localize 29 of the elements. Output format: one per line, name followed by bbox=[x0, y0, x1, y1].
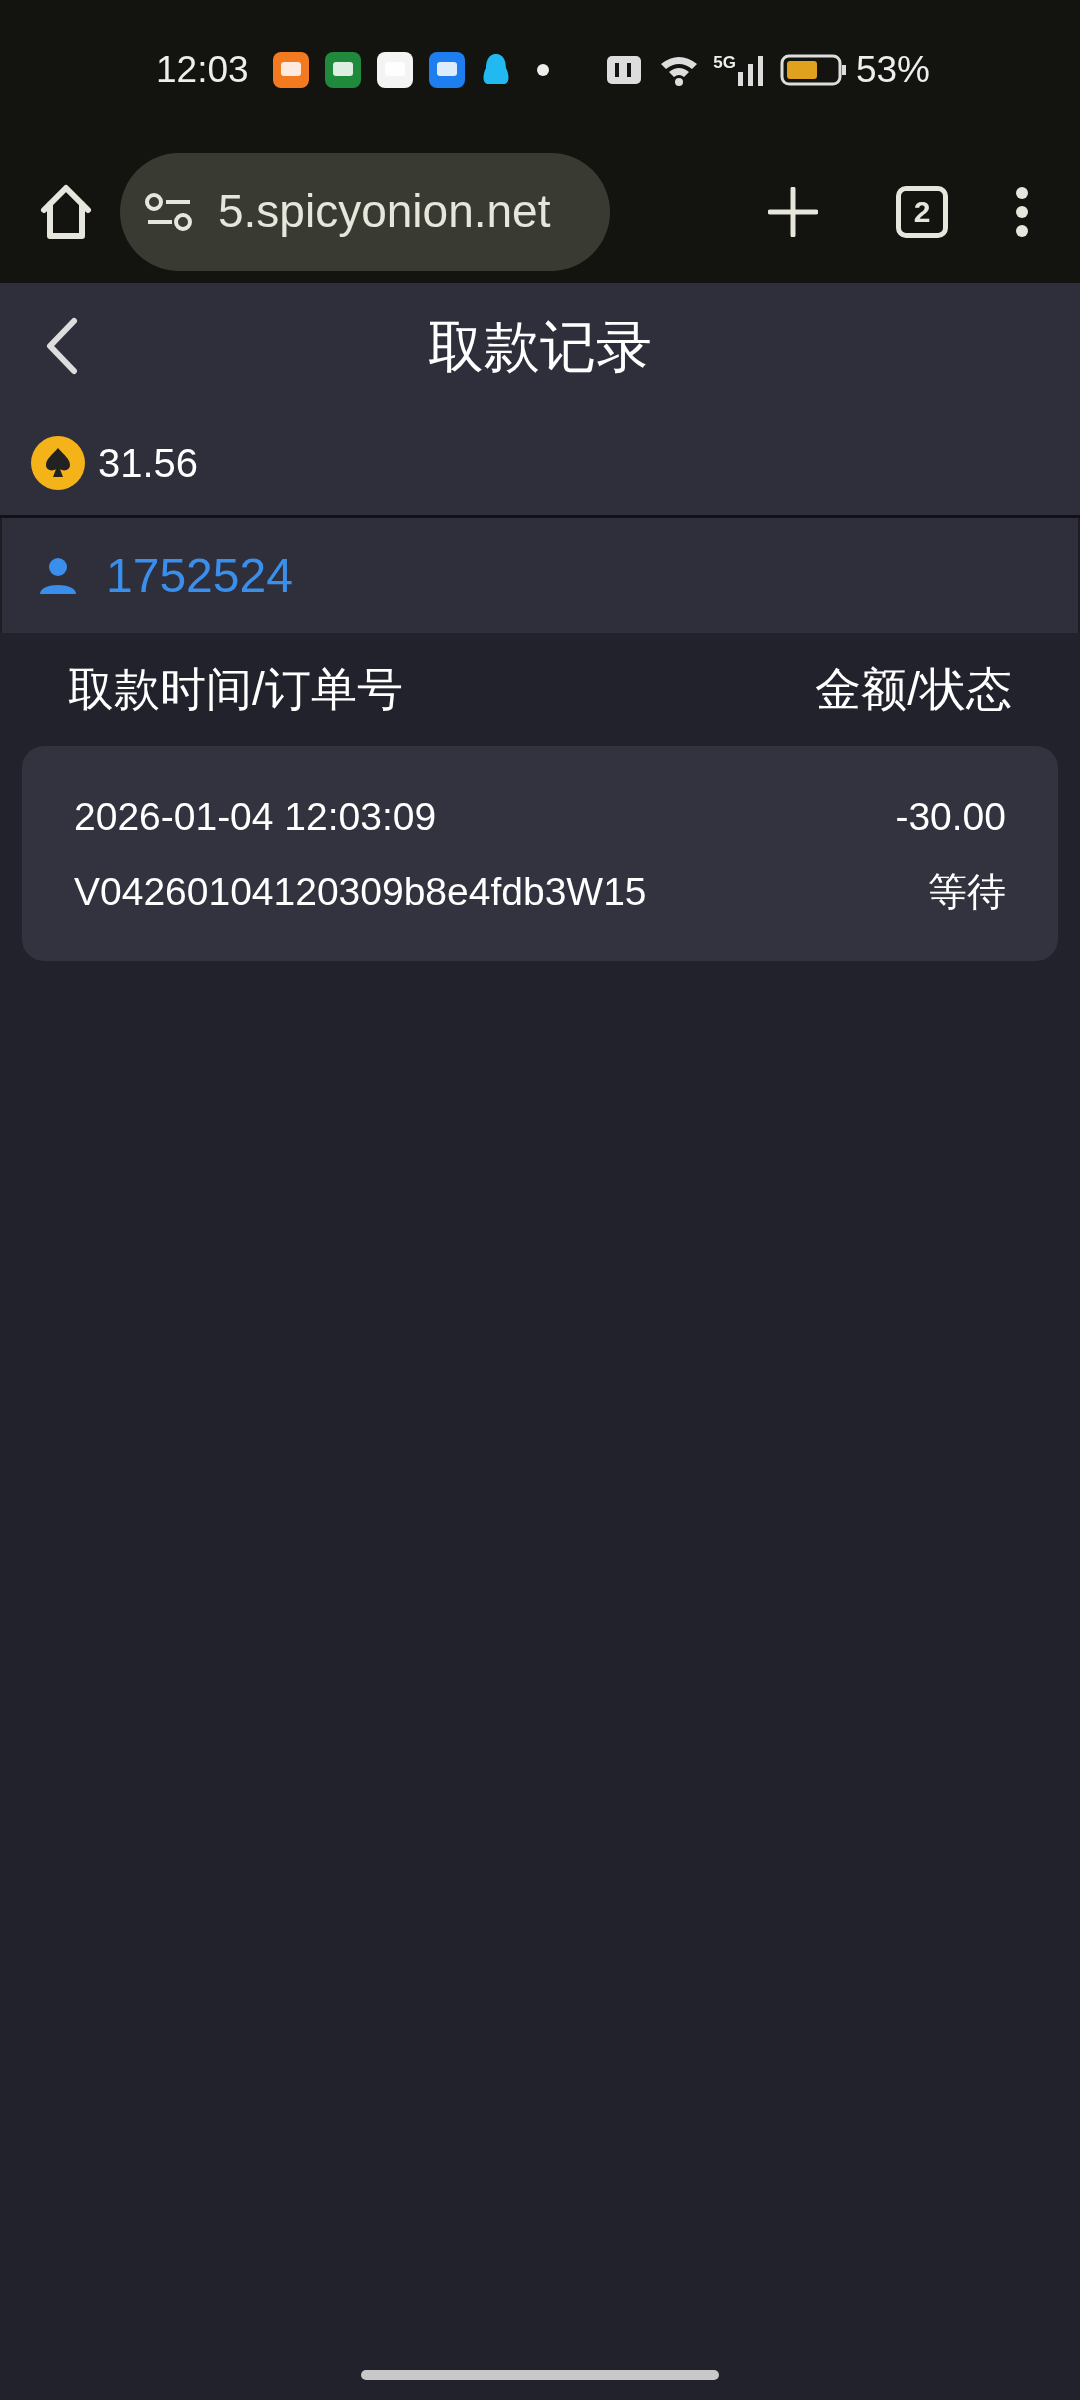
balance-amount: 31.56 bbox=[98, 439, 199, 487]
signal-icon bbox=[737, 54, 764, 86]
more-menu-icon[interactable] bbox=[1014, 185, 1030, 238]
user-id: 1752524 bbox=[106, 547, 293, 604]
battery-percent: 53% bbox=[855, 48, 930, 93]
withdrawal-amount: -30.00 bbox=[895, 794, 1006, 840]
dot-icon bbox=[536, 64, 549, 76]
app-notification-icon bbox=[376, 52, 413, 88]
column-header: 取款时间/订单号 bbox=[68, 662, 403, 717]
back-icon[interactable] bbox=[44, 317, 78, 375]
tab-count-button[interactable]: 2 bbox=[896, 185, 948, 238]
network-label: 5G bbox=[713, 54, 736, 71]
app-notification-icon bbox=[272, 52, 309, 88]
battery-icon bbox=[779, 54, 846, 86]
address-bar[interactable]: 5.spicyonion.net bbox=[120, 152, 610, 271]
user-icon bbox=[38, 555, 78, 596]
wifi-icon bbox=[659, 54, 700, 86]
column-header: 金额/状态 bbox=[815, 662, 1012, 717]
spade-coin-icon bbox=[30, 434, 86, 491]
status-time: 12:03 bbox=[156, 48, 249, 93]
order-number: V04260104120309b8e4fdb3W15 bbox=[74, 868, 647, 915]
page-title: 取款记录 bbox=[428, 313, 652, 380]
app-notification-icon bbox=[428, 52, 465, 88]
withdrawal-status: 等待 bbox=[928, 868, 1006, 915]
withdrawal-time: 2026-01-04 12:03:09 bbox=[74, 794, 437, 840]
page-settings-icon bbox=[144, 191, 194, 232]
new-tab-icon[interactable] bbox=[768, 186, 818, 237]
app-notification-icon bbox=[324, 52, 361, 88]
url-text: 5.spicyonion.net bbox=[218, 184, 551, 239]
